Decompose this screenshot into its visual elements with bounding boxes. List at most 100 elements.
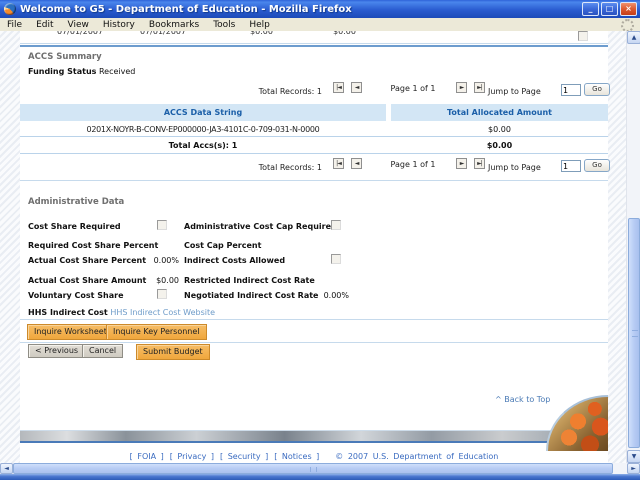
jump-to-page-label: Jump to Page: [488, 87, 541, 96]
close-button[interactable]: ×: [620, 2, 637, 16]
status-bar: [0, 474, 640, 480]
menu-tools[interactable]: Tools: [206, 19, 242, 31]
table-total-row: Total Accs(s): 1 $0.00: [20, 137, 608, 154]
page-indicator: Page 1 of 1: [390, 160, 436, 169]
negotiated-indirect-cost-rate-label: Negotiated Indirect Cost Rate: [184, 291, 319, 300]
jump-to-page-input[interactable]: [561, 84, 581, 96]
menu-bar: File Edit View History Bookmarks Tools H…: [0, 18, 640, 32]
restricted-indirect-cost-rate-label: Restricted Indirect Cost Rate: [184, 276, 315, 285]
accs-table-header: ACCS Data String Total Allocated Amount: [20, 104, 608, 121]
divider: [20, 45, 608, 47]
clipped-date-1: 07/01/2007: [57, 31, 104, 36]
maximize-button[interactable]: □: [601, 2, 618, 16]
pagination-bottom: Total Records: 1 |◄ ◄ Page 1 of 1 ► ►| J…: [20, 158, 610, 176]
accs-data-string-value: 0201X-NOYR-B-CONV-EP000000-JA3-4101C-0-7…: [86, 124, 320, 134]
scroll-right-icon[interactable]: ►: [627, 463, 640, 474]
accs-data-string-header: ACCS Data String: [20, 104, 386, 121]
menu-bookmarks[interactable]: Bookmarks: [142, 19, 206, 31]
allocated-amount-value: $0.00: [488, 124, 511, 134]
scroll-left-icon[interactable]: ◄: [0, 463, 13, 474]
cost-share-required-checkbox[interactable]: [157, 220, 167, 230]
menu-view[interactable]: View: [61, 19, 96, 31]
classroom-chairs-image: [546, 395, 608, 451]
submit-budget-button[interactable]: Submit Budget: [136, 344, 210, 360]
inquire-key-personnel-button[interactable]: Inquire Key Personnel: [106, 324, 207, 340]
admin-cost-cap-required-checkbox[interactable]: [331, 220, 341, 230]
back-to-top-link[interactable]: ^ Back to Top: [495, 395, 550, 404]
administrative-data-heading: Administrative Data: [28, 197, 125, 207]
foia-link[interactable]: [ FOIA ]: [130, 452, 164, 461]
previous-button[interactable]: < Previous: [28, 344, 86, 358]
first-page-icon[interactable]: |◄: [333, 82, 344, 93]
admin-cost-cap-required-label: Administrative Cost Cap Required: [184, 222, 337, 231]
divider: [20, 180, 608, 181]
cancel-button[interactable]: Cancel: [82, 344, 124, 358]
pagination-top: Total Records: 1 |◄ ◄ Page 1 of 1 ► ►| J…: [20, 82, 610, 100]
total-records-label: Total Records: 1: [258, 87, 322, 96]
clipped-date-2: 07/01/2007: [140, 31, 187, 36]
notices-link[interactable]: [ Notices ]: [274, 452, 319, 461]
total-accs-label: Total Accs(s): 1: [168, 141, 238, 150]
vertical-scrollbar-thumb[interactable]: [628, 218, 640, 448]
divider: [20, 43, 608, 44]
voluntary-cost-share-label: Voluntary Cost Share: [28, 291, 124, 300]
hhs-indirect-cost-label: HHS Indirect Cost: [28, 308, 108, 317]
hhs-indirect-cost-website-link[interactable]: HHS Indirect Cost Website: [110, 308, 215, 317]
cost-cap-percent-label: Cost Cap Percent: [184, 241, 262, 250]
horizontal-scrollbar[interactable]: ◄ ►: [0, 463, 640, 474]
total-accs-amount: $0.00: [486, 141, 513, 150]
scroll-down-icon[interactable]: ▼: [627, 450, 640, 463]
jump-to-page-label: Jump to Page: [488, 163, 541, 172]
clipped-row-checkbox[interactable]: [578, 31, 588, 41]
indirect-costs-allowed-label: Indirect Costs Allowed: [184, 256, 286, 265]
last-page-icon[interactable]: ►|: [474, 82, 485, 93]
actual-cost-share-percent-value: 0.00%: [153, 256, 179, 265]
funding-status-value: Received: [98, 67, 136, 76]
inquire-worksheet-button[interactable]: Inquire Worksheet: [27, 324, 114, 340]
scroll-up-icon[interactable]: ▲: [627, 31, 640, 44]
minimize-button[interactable]: _: [582, 2, 599, 16]
hhs-indirect-cost-row: HHS Indirect Cost HHS Indirect Cost Webs…: [28, 308, 215, 317]
footer: [ FOIA ] [ Privacy ] [ Security ] [ Noti…: [20, 452, 608, 461]
first-page-icon[interactable]: |◄: [333, 158, 344, 169]
jump-to-page-input[interactable]: [561, 160, 581, 172]
clipped-amount-1: $0.00: [250, 31, 273, 36]
go-button[interactable]: Go: [584, 159, 610, 172]
table-row: 0201X-NOYR-B-CONV-EP000000-JA3-4101C-0-7…: [20, 121, 608, 137]
funding-status-row: Funding Status Received: [28, 67, 135, 76]
footer-banner-bar: [20, 430, 608, 443]
security-link[interactable]: [ Security ]: [220, 452, 268, 461]
page-content: 07/01/2007 07/01/2007 $0.00 $0.00 ACCS S…: [20, 31, 610, 463]
required-cost-share-percent-label: Required Cost Share Percent: [28, 241, 159, 250]
divider: [20, 319, 608, 320]
privacy-link[interactable]: [ Privacy ]: [170, 452, 214, 461]
title-bar: Welcome to G5 - Department of Education …: [0, 0, 640, 18]
menu-help[interactable]: Help: [242, 19, 277, 31]
voluntary-cost-share-checkbox[interactable]: [157, 289, 167, 299]
last-page-icon[interactable]: ►|: [474, 158, 485, 169]
menu-file[interactable]: File: [0, 19, 29, 31]
clipped-amount-2: $0.00: [333, 31, 356, 36]
page-indicator: Page 1 of 1: [390, 84, 436, 93]
window-title: Welcome to G5 - Department of Education …: [20, 3, 352, 15]
menu-edit[interactable]: Edit: [29, 19, 60, 31]
menu-history[interactable]: History: [96, 19, 142, 31]
vertical-scrollbar[interactable]: ▲ ▼: [626, 31, 640, 463]
indirect-costs-allowed-checkbox[interactable]: [331, 254, 341, 264]
horizontal-scrollbar-thumb[interactable]: [13, 463, 613, 474]
total-records-label: Total Records: 1: [258, 163, 322, 172]
clipped-table-row: 07/01/2007 07/01/2007 $0.00 $0.00: [20, 31, 608, 38]
accs-summary-heading: ACCS Summary: [28, 52, 102, 62]
funding-status-label: Funding Status: [28, 67, 97, 76]
negotiated-indirect-cost-rate-value: 0.00%: [323, 291, 349, 300]
prev-page-icon[interactable]: ◄: [351, 158, 362, 169]
next-page-icon[interactable]: ►: [456, 82, 467, 93]
divider: [20, 342, 608, 343]
next-page-icon[interactable]: ►: [456, 158, 467, 169]
browser-window: Welcome to G5 - Department of Education …: [0, 0, 640, 480]
total-allocated-amount-header: Total Allocated Amount: [391, 104, 608, 121]
copyright-text: © 2007 U.S. Department of Education: [335, 452, 499, 461]
cost-share-required-label: Cost Share Required: [28, 222, 121, 231]
prev-page-icon[interactable]: ◄: [351, 82, 362, 93]
go-button[interactable]: Go: [584, 83, 610, 96]
